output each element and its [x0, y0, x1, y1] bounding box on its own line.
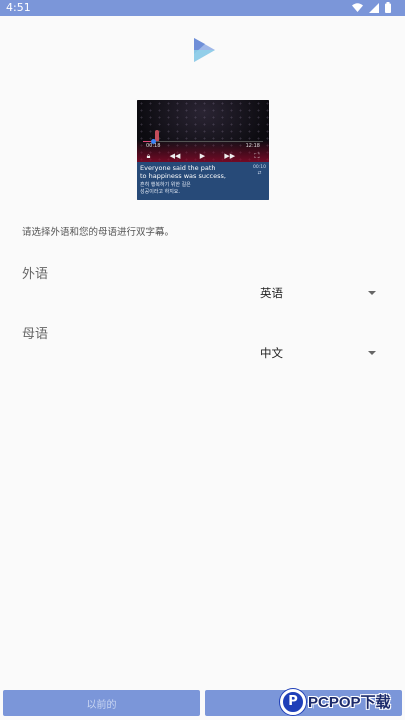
subtitle-side-info: 00:10 ⇄: [253, 165, 266, 176]
time-elapsed: 00:18: [146, 143, 161, 149]
watermark-logo-icon: P: [280, 688, 306, 715]
status-icons: [352, 2, 391, 13]
foreign-language-select[interactable]: 英语: [258, 282, 380, 304]
foreign-language-label: 外语: [22, 267, 49, 282]
foreign-language-value: 英语: [260, 286, 283, 300]
native-language-label: 母语: [22, 327, 49, 342]
native-language-value: 中文: [260, 346, 283, 360]
status-bar: 4:51: [0, 0, 405, 16]
repeat-icon: ⇄: [257, 171, 262, 176]
lock-icon: 🔒︎: [146, 151, 151, 160]
native-language-select[interactable]: 中文: [258, 342, 380, 364]
signal-icon: [369, 2, 379, 13]
wifi-icon: [352, 3, 363, 12]
instruction-text: 请选择外语和您的母语进行双字幕。: [22, 227, 175, 238]
fast-forward-icon: ▶▶: [224, 152, 236, 160]
app-logo-icon: [194, 38, 215, 62]
dropdown-caret-icon: [368, 351, 376, 355]
dropdown-caret-icon: [368, 291, 376, 295]
previous-button[interactable]: 以前的: [3, 690, 200, 716]
subtitle-preview-image: 00:18 12:18 🔒︎ ◀◀ ▶ ▶▶ ⛶ Everyone said t…: [137, 100, 269, 200]
watermark: P PCPOP下载: [280, 683, 405, 720]
player-controls: 🔒︎ ◀◀ ▶ ▶▶ ⛶: [137, 150, 269, 162]
subtitle-area: Everyone said the path to happiness was …: [137, 162, 269, 200]
time-total: 12:18: [245, 143, 260, 149]
rewind-icon: ◀◀: [169, 152, 181, 160]
status-time: 4:51: [6, 1, 31, 14]
fullscreen-icon: ⛶: [254, 151, 260, 160]
battery-icon: [385, 2, 391, 13]
play-icon: ▶: [199, 152, 206, 160]
subtitle-english: Everyone said the path to happiness was …: [140, 164, 226, 180]
watermark-text: PCPOP下载: [308, 694, 391, 711]
subtitle-korean: 흔히 행복하기 위한 길은 성공이라고 하지요.: [140, 182, 191, 195]
